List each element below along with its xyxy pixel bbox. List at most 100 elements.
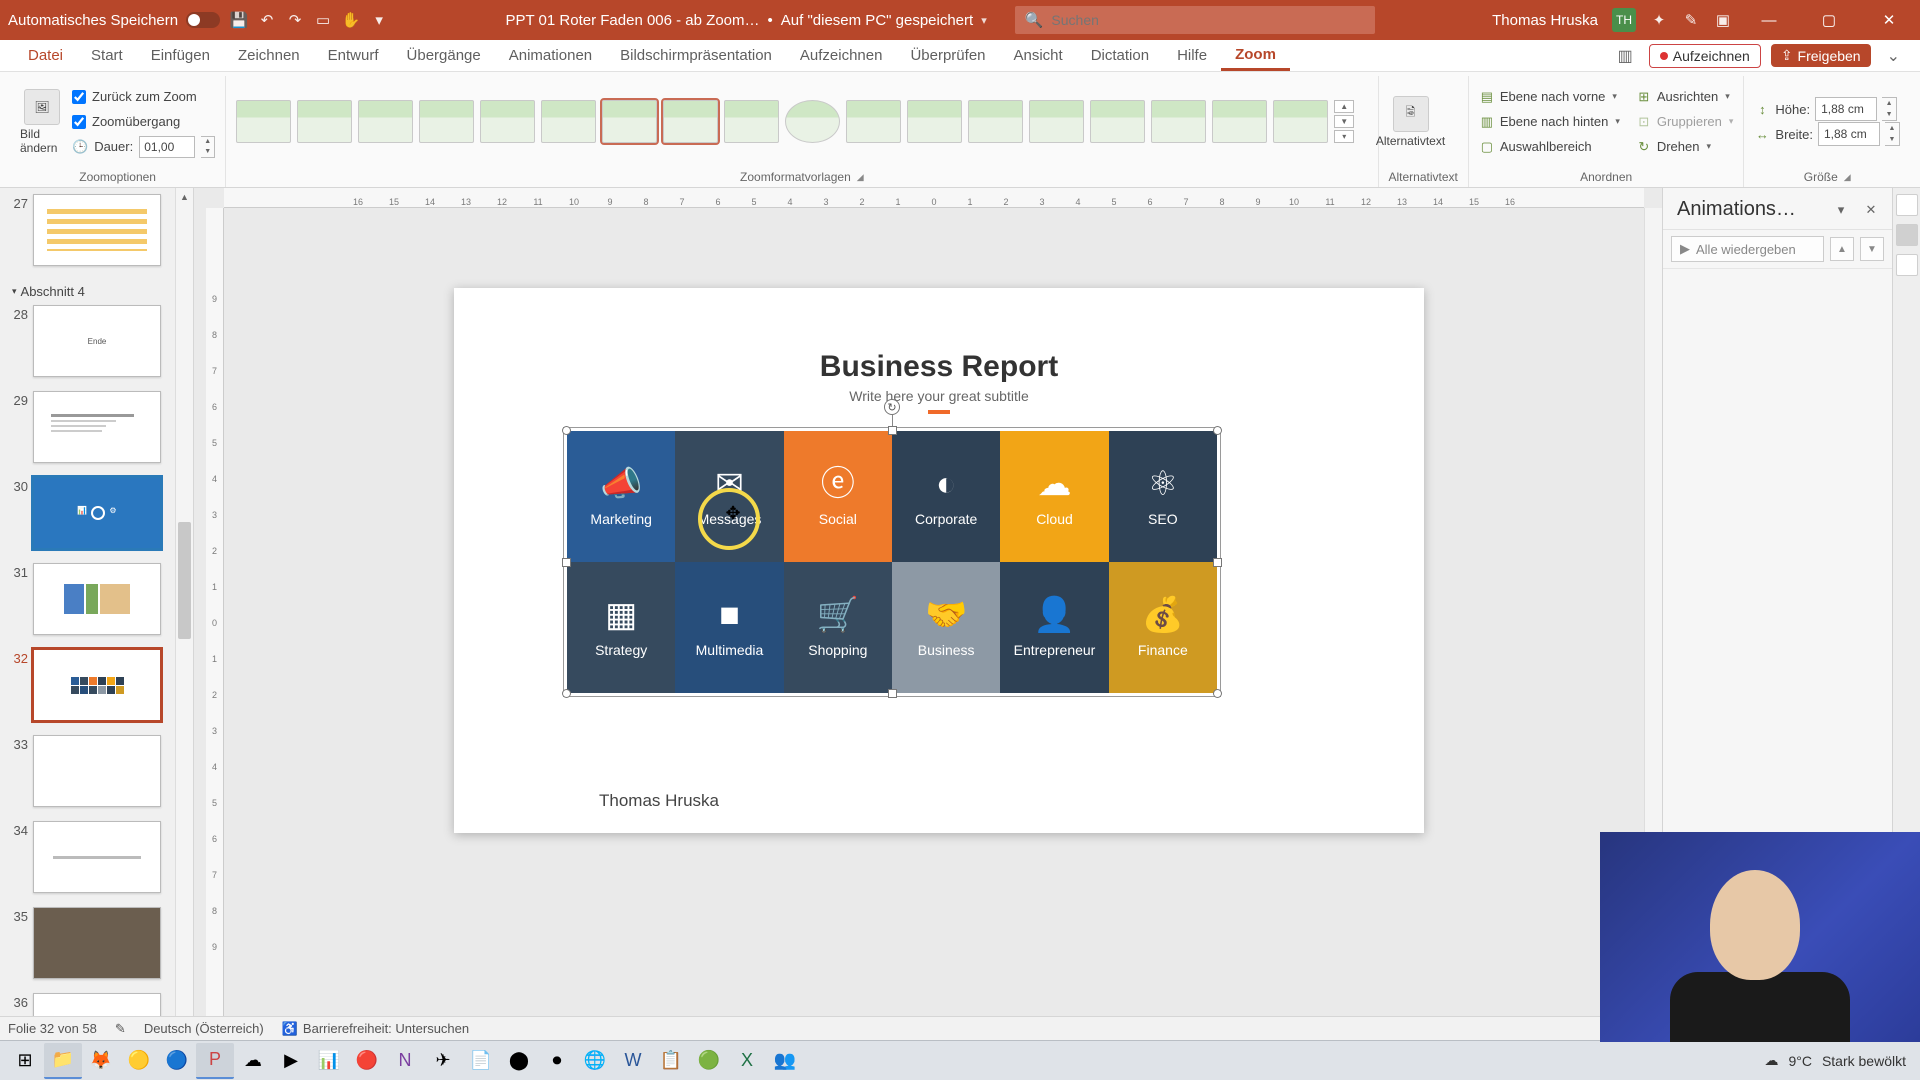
ribbon-mode-button[interactable]: ▥ (1612, 43, 1639, 69)
taskbar-firefox[interactable]: 🦊 (82, 1043, 120, 1079)
copilot-icon[interactable]: ✦ (1650, 11, 1668, 29)
play-all-button[interactable]: ▶Alle wiedergeben (1671, 236, 1824, 262)
resize-handle[interactable] (1213, 558, 1222, 567)
accessibility-status[interactable]: ♿Barrierefreiheit: Untersuchen (282, 1021, 469, 1037)
taskbar-excel[interactable]: X (728, 1043, 766, 1079)
thumbnail[interactable]: 34 (8, 821, 189, 893)
weather-text[interactable]: Stark bewölkt (1822, 1053, 1906, 1069)
search-box[interactable]: 🔍 (1015, 6, 1375, 34)
style-item[interactable] (1151, 100, 1206, 143)
width-input[interactable]: 1,88 cm (1818, 122, 1880, 146)
style-item[interactable] (1273, 100, 1328, 143)
tab-aufzeichnen[interactable]: Aufzeichnen (786, 40, 897, 71)
alt-text-button[interactable]: 🗟 Alternativtext (1389, 96, 1433, 148)
taskbar-app[interactable]: ⏺ (538, 1043, 576, 1079)
record-button[interactable]: Aufzeichnen (1649, 44, 1761, 68)
section-header[interactable]: ▾Abschnitt 4 (8, 280, 189, 305)
dialog-launcher-icon[interactable]: ◢ (857, 172, 864, 183)
spellcheck-icon[interactable]: ✎ (115, 1021, 126, 1037)
taskbar-app[interactable]: 🌐 (576, 1043, 614, 1079)
taskbar-file-explorer[interactable]: 📁 (44, 1043, 82, 1079)
slide-title[interactable]: Business Report (454, 350, 1424, 384)
ribbon-collapse-button[interactable]: ⌄ (1881, 43, 1906, 69)
duration-input[interactable]: 01,00 (139, 136, 195, 158)
style-item[interactable] (846, 100, 901, 143)
style-item[interactable] (480, 100, 535, 143)
title-dropdown-icon[interactable]: ▾ (981, 14, 987, 27)
tab-überprüfen[interactable]: Überprüfen (896, 40, 999, 71)
maximize-button[interactable]: ▢ (1806, 0, 1852, 40)
style-item[interactable] (663, 100, 718, 143)
language-status[interactable]: Deutsch (Österreich) (144, 1021, 264, 1036)
pane-options-icon[interactable]: ▾ (1830, 199, 1852, 221)
pane-close-icon[interactable]: ✕ (1860, 199, 1882, 221)
thumbnails-scrollbar[interactable]: ▲ ▼ (175, 188, 193, 1056)
tab-bildschirmpräsentation[interactable]: Bildschirmpräsentation (606, 40, 786, 71)
thumbnail[interactable]: 31 (8, 563, 189, 635)
taskbar-app[interactable]: ☁ (234, 1043, 272, 1079)
slide[interactable]: Business Report Write here your great su… (454, 288, 1424, 833)
resize-handle[interactable] (562, 689, 571, 698)
height-spinner[interactable]: ▲▼ (1882, 97, 1897, 121)
zoom-styles-gallery[interactable]: ▲▼▾ (236, 100, 1354, 143)
share-button[interactable]: ⇪Freigeben (1771, 44, 1871, 67)
tab-zoom[interactable]: Zoom (1221, 40, 1290, 71)
touch-mode-icon[interactable]: ✋ (342, 11, 360, 29)
taskbar-edge2[interactable]: 🟢 (690, 1043, 728, 1079)
tab-übergänge[interactable]: Übergänge (393, 40, 495, 71)
qat-customize-icon[interactable]: ▾ (370, 11, 388, 29)
close-button[interactable]: ✕ (1866, 0, 1912, 40)
style-item[interactable] (785, 100, 840, 143)
height-input[interactable]: 1,88 cm (1815, 97, 1877, 121)
style-item[interactable] (968, 100, 1023, 143)
tab-ansicht[interactable]: Ansicht (1000, 40, 1077, 71)
taskbar-app[interactable]: 📊 (310, 1043, 348, 1079)
start-button[interactable]: ⊞ (6, 1043, 44, 1079)
tab-entwurf[interactable]: Entwurf (314, 40, 393, 71)
thumbnail[interactable]: 28Ende (8, 305, 189, 377)
align-button[interactable]: ⊞Ausrichten▾ (1636, 86, 1734, 108)
slide-canvas[interactable]: 1615141312111098765432101234567891011121… (194, 188, 1662, 1056)
thumbnail[interactable]: 33 (8, 735, 189, 807)
anim-move-down-button[interactable]: ▼ (1860, 237, 1884, 261)
taskbar-word[interactable]: W (614, 1043, 652, 1079)
taskbar-app[interactable]: ✈ (424, 1043, 462, 1079)
rotate-handle[interactable] (884, 399, 900, 415)
coming-soon-icon[interactable]: ✎ (1682, 11, 1700, 29)
thumbnail[interactable]: 29 (8, 391, 189, 463)
style-item[interactable] (541, 100, 596, 143)
taskbar-app[interactable]: ▶ (272, 1043, 310, 1079)
resize-handle[interactable] (562, 558, 571, 567)
gallery-scroll[interactable]: ▲▼▾ (1334, 100, 1354, 143)
selected-object[interactable]: 📣Marketing✉MessagesⓔSocial◐Corporate☁Clo… (567, 431, 1217, 693)
rail-item[interactable] (1896, 194, 1918, 216)
scroll-handle[interactable] (178, 522, 191, 638)
style-item[interactable] (724, 100, 779, 143)
style-item[interactable] (602, 100, 657, 143)
present-from-start-icon[interactable]: ▭ (314, 11, 332, 29)
resize-handle[interactable] (1213, 426, 1222, 435)
taskbar-edge[interactable]: 🔵 (158, 1043, 196, 1079)
taskbar-powerpoint[interactable]: P (196, 1043, 234, 1079)
taskbar-onenote[interactable]: N (386, 1043, 424, 1079)
change-image-button[interactable]: 🖼 Bild ändern (20, 89, 64, 155)
thumbnail[interactable]: 27 (8, 194, 189, 266)
dialog-launcher-icon[interactable]: ◢ (1844, 172, 1851, 183)
style-item[interactable] (907, 100, 962, 143)
slide-info[interactable]: Folie 32 von 58 (8, 1021, 97, 1036)
duration-spinner[interactable]: ▲▼ (201, 136, 215, 158)
weather-icon[interactable]: ☁ (1764, 1052, 1778, 1069)
autosave-toggle[interactable] (186, 12, 220, 28)
style-item[interactable] (236, 100, 291, 143)
taskbar-teams[interactable]: 👥 (766, 1043, 804, 1079)
slide-subtitle[interactable]: Write here your great subtitle (454, 388, 1424, 404)
tab-einfügen[interactable]: Einfügen (137, 40, 224, 71)
tab-start[interactable]: Start (77, 40, 137, 71)
resize-handle[interactable] (562, 426, 571, 435)
style-item[interactable] (419, 100, 474, 143)
width-spinner[interactable]: ▲▼ (1885, 122, 1900, 146)
undo-icon[interactable]: ↶ (258, 11, 276, 29)
style-item[interactable] (1090, 100, 1145, 143)
minimize-button[interactable]: — (1746, 0, 1792, 40)
anim-move-up-button[interactable]: ▲ (1830, 237, 1854, 261)
